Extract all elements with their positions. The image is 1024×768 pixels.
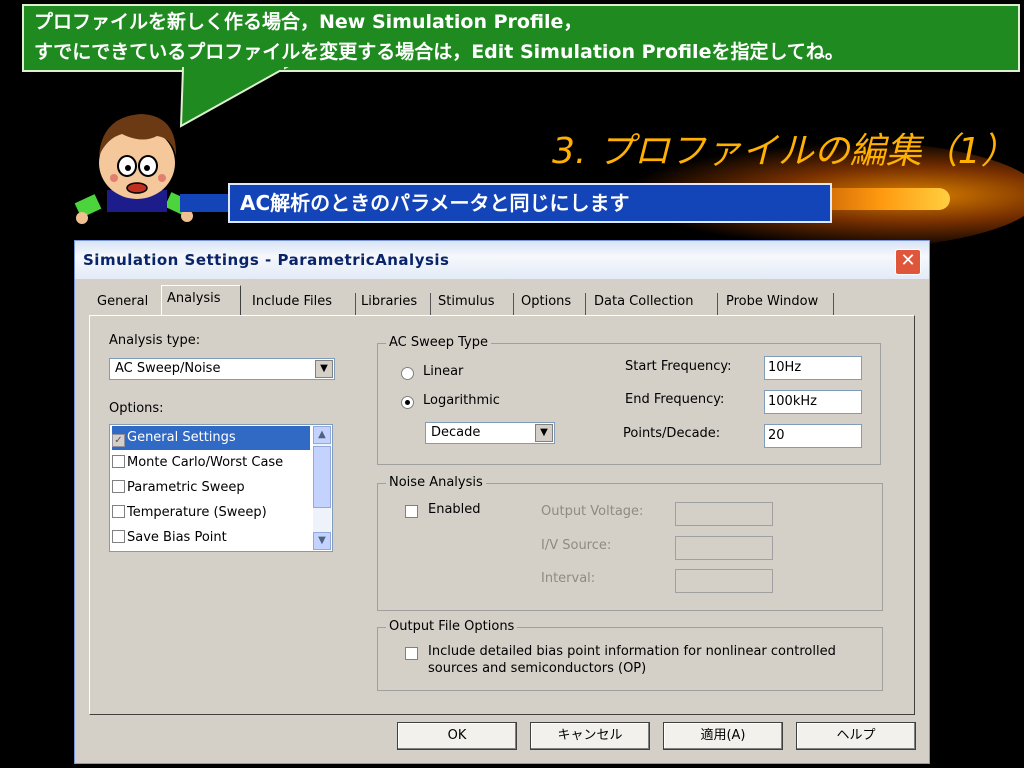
speech-bubble: プロファイルを新しく作る場合，New Simulation Profile， す… [22,4,1020,72]
iv-source-label: I/V Source: [541,538,612,553]
options-listbox[interactable]: ✓ General Settings Monte Carlo/Worst Case… [109,424,333,552]
output-file-options-title: Output File Options [386,619,518,634]
checkbox-icon[interactable] [112,455,125,468]
tab-separator [717,293,718,315]
noise-analysis-group-title: Noise Analysis [386,475,486,490]
list-item[interactable]: Save Bias Point [112,526,310,550]
interval-label: Interval: [541,571,596,586]
tab-libraries[interactable]: Libraries [356,289,422,315]
logarithmic-label[interactable]: Logarithmic [423,393,500,408]
noise-enabled-checkbox[interactable] [405,505,418,518]
list-item[interactable]: Parametric Sweep [112,476,310,500]
noise-enabled-label[interactable]: Enabled [428,502,481,517]
checkbox-icon[interactable] [112,505,125,518]
linear-radio[interactable] [401,367,414,380]
scroll-thumb[interactable] [313,446,331,508]
option-label: Save Bias Point [127,530,227,545]
points-per-decade-label: Points/Decade: [623,426,721,441]
log-unit-value: Decade [431,425,481,440]
option-label: Monte Carlo/Worst Case [127,455,284,470]
include-bias-label-line1[interactable]: Include detailed bias point information … [428,644,836,659]
output-voltage-label: Output Voltage: [541,504,644,519]
points-per-decade-input[interactable]: 20 [764,424,862,448]
linear-label[interactable]: Linear [423,364,463,379]
option-label: General Settings [127,430,236,445]
interval-input[interactable] [675,569,773,593]
list-item[interactable]: Temperature (Sweep) [112,501,310,525]
scroll-down-icon[interactable]: ▼ [313,532,331,550]
close-icon[interactable]: ✕ [895,249,921,275]
tab-analysis[interactable]: Analysis [161,285,241,315]
include-bias-checkbox[interactable] [405,647,418,660]
tab-stimulus[interactable]: Stimulus [433,289,500,315]
logarithmic-radio[interactable] [401,396,414,409]
tab-general[interactable]: General [92,289,153,315]
include-bias-label-line2[interactable]: sources and semiconductors (OP) [428,661,646,676]
analysis-type-value: AC Sweep/Noise [115,361,221,376]
tab-data-collection[interactable]: Data Collection [589,289,698,315]
cancel-button[interactable]: キャンセル [530,722,650,750]
log-unit-select[interactable]: Decade ▼ [425,422,555,444]
ok-button[interactable]: OK [397,722,517,750]
start-frequency-label: Start Frequency: [625,359,732,374]
tab-separator [513,293,514,315]
end-frequency-input[interactable]: 100kHz [764,390,862,414]
checkbox-checked-icon[interactable]: ✓ [112,434,125,447]
tab-include-files[interactable]: Include Files [247,289,337,315]
option-label: Parametric Sweep [127,480,245,495]
apply-button[interactable]: 適用(A) [663,722,783,750]
bubble-line-2: すでにできているプロファイルを変更する場合は，Edit Simulation P… [34,41,844,63]
start-frequency-input[interactable]: 10Hz [764,356,862,380]
list-item[interactable]: ✓ General Settings [112,426,310,450]
ac-sweep-group-title: AC Sweep Type [386,335,491,350]
iv-source-input[interactable] [675,536,773,560]
tab-probe-window[interactable]: Probe Window [721,289,823,315]
options-label: Options: [109,401,164,416]
bubble-line-1: プロファイルを新しく作る場合，New Simulation Profile， [34,11,583,33]
help-button[interactable]: ヘルプ [796,722,916,750]
analysis-type-label: Analysis type: [109,333,201,348]
output-file-options-group: Output File Options [377,619,883,691]
checkbox-icon[interactable] [112,530,125,543]
listbox-scrollbar[interactable]: ▲ ▼ [313,426,331,550]
option-label: Temperature (Sweep) [127,505,267,520]
chevron-down-icon[interactable]: ▼ [315,360,333,378]
tab-options[interactable]: Options [516,289,576,315]
tab-separator [585,293,586,315]
dialog-title: Simulation Settings - ParametricAnalysis [75,241,929,279]
checkbox-icon[interactable] [112,480,125,493]
output-voltage-input[interactable] [675,502,773,526]
chevron-down-icon[interactable]: ▼ [535,424,553,442]
slide-title: 3. プロファイルの編集（1） [552,131,1017,172]
tab-separator [430,293,431,315]
tab-separator [833,293,834,315]
scroll-up-icon[interactable]: ▲ [313,426,331,444]
end-frequency-label: End Frequency: [625,392,725,407]
subtitle-banner: AC解析のときのパラメータと同じにします [228,183,832,223]
list-item[interactable]: Monte Carlo/Worst Case [112,451,310,475]
simulation-settings-dialog: Simulation Settings - ParametricAnalysis… [74,240,930,764]
analysis-type-select[interactable]: AC Sweep/Noise ▼ [109,358,335,380]
